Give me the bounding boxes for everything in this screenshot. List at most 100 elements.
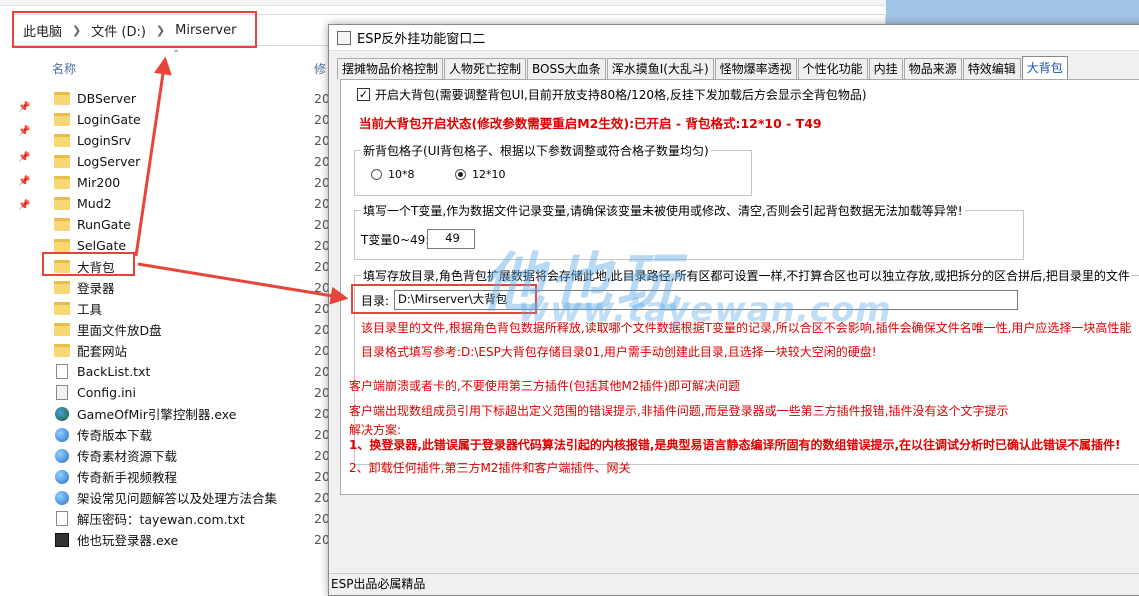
help-line-5: 2、卸载任何插件,第三方M2插件和客户端插件、网关 [349,461,631,475]
tab-death-control[interactable]: 人物死亡控制 [444,58,527,79]
dir-highlight-box [351,284,537,314]
file-name: 他也玩登录器.exe [77,533,179,548]
file-name: 配套网站 [77,344,128,359]
radio-off-icon[interactable] [371,169,382,180]
file-row[interactable]: 他也玩登录器.exe 20 [50,529,330,550]
t-variable-input[interactable]: 49 [427,229,475,249]
column-header-name[interactable]: 名称 [52,60,76,77]
file-row[interactable]: 架设常见问题解答以及处理方法合集 20 [50,487,330,508]
folder-icon [54,239,70,252]
folder-icon [54,344,70,357]
file-name: 解压密码：tayewan.com.txt [77,512,245,527]
app-icon [55,532,69,547]
folder-icon [54,323,70,336]
file-name: 架设常见问题解答以及处理方法合集 [77,491,278,506]
column-header-modified[interactable]: 修 [314,60,326,77]
file-list: DBServer 20 LoginGate 20 LoginSrv 20 LogServer… [50,88,330,550]
backpack-status-line: 当前大背包开启状态(修改参数需要重启M2生效):已开启 - 背包格式:12*10… [359,116,822,131]
file-row[interactable]: 解压密码：tayewan.com.txt 20 [50,508,330,529]
pin-icon[interactable]: 📌 [18,176,30,187]
file-name: 传奇新手视频教程 [77,470,178,485]
pin-icon[interactable]: 📌 [18,152,30,163]
pin-icon[interactable]: 📌 [18,200,30,211]
enable-big-backpack-checkbox[interactable]: ✓ 开启大背包(需要调整背包UI,目前开放支持80格/120格,反挂下发加载后方… [357,86,867,103]
file-row[interactable]: Mir200 20 [50,172,330,193]
checkbox-checked-icon[interactable]: ✓ [357,88,370,101]
explorer-title-strip [0,0,886,6]
file-row[interactable]: Config.ini 20 [50,382,330,403]
radio-12x10[interactable]: 12*10 [455,168,506,181]
folder-icon [54,218,70,231]
folder-icon [54,134,70,147]
file-name: DBServer [77,91,136,106]
help-line-2: 客户端出现数组成员引用下标超出定义范围的错误提示,非插件问题,而是登录器或一些第… [349,404,1009,418]
help-line-1: 客户端崩溃或者卡的,不要使用第三方插件(包括其他M2插件)即可解决问题 [349,379,741,393]
file-row[interactable]: 传奇新手视频教程 20 [50,466,330,487]
window-icon [337,30,351,45]
file-row[interactable]: 工具 20 [50,298,330,319]
file-row[interactable]: Mud2 20 [50,193,330,214]
web-shortcut-icon [55,448,69,463]
web-shortcut-icon [55,490,69,505]
file-row[interactable]: RunGate 20 [50,214,330,235]
file-row[interactable]: 配套网站 20 [50,340,330,361]
folder-icon [54,302,70,315]
file-name: LoginSrv [77,133,132,148]
help-line-4: 1、换登录器,此错误属于登录器代码算法引起的内核报错,是典型易语言静态编译所固有… [349,438,1121,452]
file-name: LoginGate [77,112,141,127]
folder-icon [54,176,70,189]
file-row[interactable]: 登录器 20 [50,277,330,298]
file-name: 登录器 [77,281,115,296]
file-name: RunGate [77,217,131,232]
radio-12x10-label: 12*10 [472,168,506,181]
tab-stall-price[interactable]: 摆摊物品价格控制 [337,58,444,79]
folder-highlight-box [42,252,135,276]
tab-big-backpack[interactable]: 大背包 [1021,56,1068,79]
file-name: Mud2 [77,196,112,211]
web-shortcut-icon [55,427,69,442]
file-row[interactable]: BackList.txt 20 [50,361,330,382]
dir-note-1: 该目录里的文件,根据角色背包数据所释放,读取哪个文件数据根据T变量的记录,所以合… [361,321,1132,335]
pin-icon[interactable]: 📌 [18,102,30,113]
sort-up-icon: ⌃ [172,49,181,60]
t-variable-group: 填写一个T变量,作为数据文件记录变量,请确保该变量未被使用或修改、清空,否则会引… [354,202,1024,260]
pin-icon[interactable]: 📌 [18,126,30,137]
file-row[interactable]: DBServer 20 [50,88,330,109]
tab-strip: 摆摊物品价格控制 人物死亡控制 BOSS大血条 浑水摸鱼I(大乱斗) 怪物爆率透… [337,56,1069,79]
file-row[interactable]: 传奇版本下载 20 [50,424,330,445]
tab-personalize[interactable]: 个性化功能 [797,58,868,79]
web-shortcut-icon [55,469,69,484]
file-row[interactable]: GameOfMir引擎控制器.exe 20 [50,403,330,424]
navigation-pane: 📌 📌 📌 📌 📌 [0,60,35,596]
file-name: 里面文件放D盘 [77,323,162,338]
radio-10x8[interactable]: 10*8 [371,168,415,181]
radio-on-icon[interactable] [455,169,466,180]
file-name: GameOfMir引擎控制器.exe [77,407,237,422]
tab-item-source[interactable]: 物品来源 [903,58,962,79]
file-name: 传奇素材资源下载 [77,449,178,464]
file-row[interactable]: 里面文件放D盘 20 [50,319,330,340]
file-row[interactable]: 传奇素材资源下载 20 [50,445,330,466]
esp-title-bar[interactable]: ESP反外挂功能窗口二 [329,25,1139,51]
tab-effect-editor[interactable]: 特效编辑 [962,58,1021,79]
tab-boss-hp-bar[interactable]: BOSS大血条 [527,58,606,79]
file-row[interactable]: LogServer 20 [50,151,330,172]
tab-builtin-plugin[interactable]: 内挂 [868,58,903,79]
file-row[interactable]: LoginSrv 20 [50,130,330,151]
t-variable-group-title: 填写一个T变量,作为数据文件记录变量,请确保该变量未被使用或修改、清空,否则会引… [361,202,965,219]
tab-brawl[interactable]: 浑水摸鱼I(大乱斗) [606,58,714,79]
folder-icon [54,155,70,168]
file-name: Mir200 [77,175,121,190]
file-name: 传奇版本下载 [77,428,153,443]
address-highlight-box [12,11,257,48]
esp-title: ESP反外挂功能窗口二 [357,32,486,47]
t-variable-label: T变量0~49: [361,233,430,247]
radio-10x8-label: 10*8 [388,168,415,181]
file-name: SelGate [77,238,127,253]
file-name: BackList.txt [77,364,151,379]
grid-group-title: 新背包格子(UI背包格子、根据以下参数调整或符合格子数量均匀) [361,142,711,159]
tab-drop-rate[interactable]: 怪物爆率透视 [714,58,797,79]
file-row[interactable]: LoginGate 20 [50,109,330,130]
app-icon [55,406,69,421]
folder-icon [54,92,70,105]
